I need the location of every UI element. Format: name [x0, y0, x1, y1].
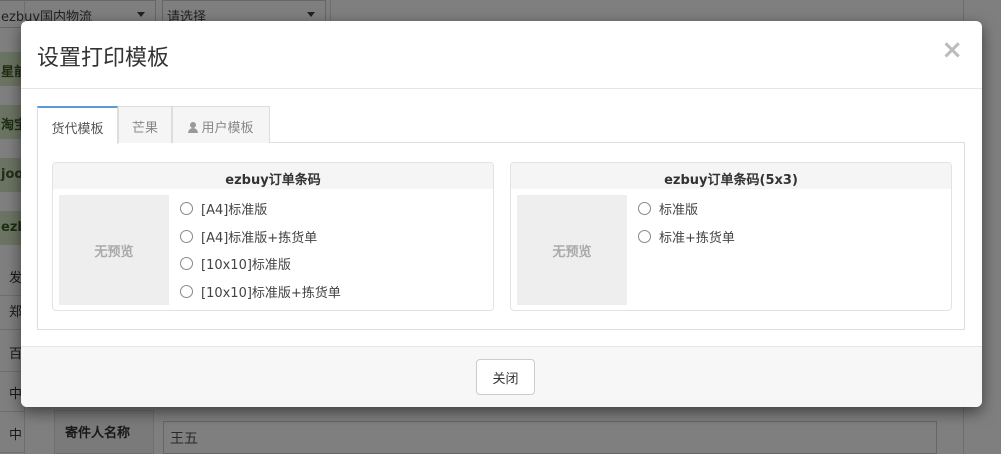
print-template-modal: 设置打印模板 × 货代模板 芒果 用户模板 ezbuy订单条码 无预览 [A4]… — [21, 21, 982, 407]
radio-button[interactable] — [638, 202, 651, 216]
tab-label: 用户模板 — [201, 121, 254, 136]
preview-placeholder: 无预览 — [59, 195, 169, 305]
option-label: [10x10]标准版 — [201, 258, 291, 274]
template-options: 标准版 标准+拣货单 — [638, 195, 735, 250]
close-button[interactable]: 关闭 — [476, 359, 535, 395]
preview-placeholder: 无预览 — [517, 195, 627, 305]
modal-header: 设置打印模板 × — [21, 21, 982, 89]
template-option[interactable]: 标准版 — [638, 195, 735, 223]
radio-button[interactable] — [180, 257, 193, 271]
modal-footer: 关闭 — [21, 346, 982, 407]
template-option[interactable]: [A4]标准版+拣货单 — [180, 223, 341, 251]
template-option[interactable]: 标准+拣货单 — [638, 223, 735, 251]
tab-pane: ezbuy订单条码 无预览 [A4]标准版 [A4]标准版+拣货单 [10x10… — [37, 143, 965, 330]
radio-button[interactable] — [180, 284, 193, 298]
option-label: 标准版 — [659, 203, 699, 219]
tab-label: 芒果 — [131, 121, 158, 136]
modal-title: 设置打印模板 — [37, 46, 170, 71]
user-icon — [188, 122, 199, 133]
close-icon[interactable]: × — [941, 37, 963, 63]
template-card: ezbuy订单条码(5x3) 无预览 标准版 标准+拣货单 — [510, 162, 952, 311]
template-option[interactable]: [10x10]标准版 — [180, 250, 341, 278]
template-tabs: 货代模板 芒果 用户模板 — [37, 105, 965, 144]
template-card: ezbuy订单条码 无预览 [A4]标准版 [A4]标准版+拣货单 [10x10… — [52, 162, 494, 311]
tab-label: 货代模板 — [51, 122, 104, 137]
radio-button[interactable] — [180, 229, 193, 243]
tab-mango[interactable]: 芒果 — [118, 106, 172, 143]
modal-body: 货代模板 芒果 用户模板 ezbuy订单条码 无预览 [A4]标准版 [A4]标… — [37, 105, 965, 331]
tab-user-template[interactable]: 用户模板 — [172, 106, 270, 143]
option-label: [10x10]标准版+拣货单 — [201, 285, 341, 301]
option-label: 标准+拣货单 — [659, 230, 735, 246]
card-title: ezbuy订单条码(5x3) — [511, 163, 951, 189]
radio-button[interactable] — [638, 229, 651, 243]
template-option[interactable]: [A4]标准版 — [180, 195, 341, 223]
tab-forwarder-template[interactable]: 货代模板 — [37, 106, 118, 144]
option-label: [A4]标准版+拣货单 — [201, 230, 318, 246]
card-title: ezbuy订单条码 — [53, 163, 493, 189]
radio-button[interactable] — [180, 202, 193, 216]
option-label: [A4]标准版 — [201, 203, 268, 219]
template-options: [A4]标准版 [A4]标准版+拣货单 [10x10]标准版 [10x10]标准… — [180, 195, 341, 305]
template-option[interactable]: [10x10]标准版+拣货单 — [180, 278, 341, 306]
